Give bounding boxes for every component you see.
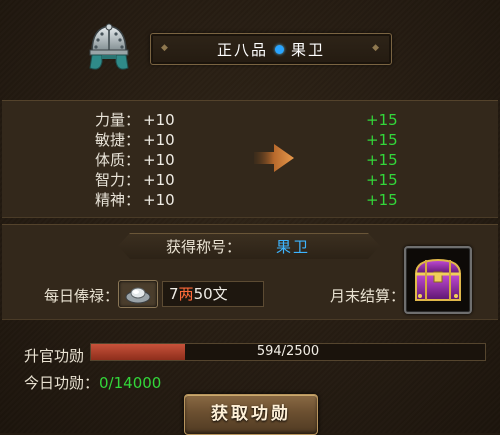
stat-current: +10 — [143, 171, 175, 189]
stat-row-agility: 敏捷： +10 +15 — [0, 130, 496, 150]
stat-row-constitution: 体质： +10 +15 — [0, 150, 496, 170]
salary-liang-unit: 两 — [178, 285, 194, 303]
stat-label: 体质： — [94, 151, 140, 169]
silver-ingot-icon — [125, 287, 151, 304]
official-rank-window: ◆ 正八品 果卫 ◆ 力量： +10 +15 敏捷： +10 +15 体质： +… — [0, 0, 500, 435]
today-merit-value: 0/14000 — [99, 374, 162, 392]
arrow-right-icon — [254, 144, 294, 172]
daily-salary-value: 7两50文 — [162, 281, 264, 307]
promotion-merit-text: 594/2500 — [256, 344, 320, 359]
today-merit: 今日功勋：0/14000 — [24, 372, 161, 393]
promotion-merit-label: 升官功勋 — [24, 347, 85, 365]
get-merit-button[interactable]: 获取功勋 — [184, 394, 318, 435]
title-name: 果卫 — [291, 40, 326, 59]
earned-title-label: 获得称号： — [166, 238, 242, 256]
earned-title-value: 果卫 — [276, 238, 311, 256]
stat-current: +10 — [143, 151, 175, 169]
stat-row-intelligence: 智力： +10 +15 — [0, 170, 496, 190]
ornament-right-icon: ◆ — [372, 43, 381, 53]
month-end-reward-slot[interactable] — [404, 246, 472, 314]
month-end-label: 月末结算： — [330, 287, 406, 305]
silver-slot — [118, 280, 158, 308]
stat-current: +10 — [143, 131, 175, 149]
stat-label: 智力： — [94, 171, 140, 189]
today-merit-label: 今日功勋： — [24, 374, 100, 392]
stat-next: +15 — [366, 191, 398, 209]
treasure-chest-icon — [414, 258, 462, 301]
helmet-icon — [89, 23, 129, 70]
stat-label: 敏捷： — [94, 131, 140, 149]
stat-next: +15 — [366, 151, 398, 169]
salary-liang: 7 — [169, 285, 179, 303]
salary-wen-unit: 文 — [212, 285, 228, 303]
rank-name: 正八品 — [216, 40, 268, 59]
stat-label: 力量： — [94, 111, 140, 129]
daily-salary-label: 每日俸禄： — [44, 287, 120, 305]
stat-current: +10 — [143, 111, 175, 129]
stat-current: +10 — [143, 191, 175, 209]
stat-next: +15 — [366, 131, 398, 149]
stat-row-strength: 力量： +10 +15 — [0, 110, 496, 130]
stat-next: +15 — [366, 111, 398, 129]
rank-title-plate: ◆ 正八品 果卫 ◆ — [150, 33, 392, 65]
stat-next: +15 — [366, 171, 398, 189]
stat-row-spirit: 精神： +10 +15 — [0, 190, 496, 210]
salary-wen: 50 — [193, 285, 213, 303]
promotion-merit-bar: 594/2500 — [90, 343, 486, 361]
stat-label: 精神： — [94, 191, 140, 209]
earned-title-plate: 获得称号： 果卫 — [118, 233, 380, 259]
separator-dot-icon — [275, 44, 284, 54]
ornament-left-icon: ◆ — [161, 43, 170, 53]
